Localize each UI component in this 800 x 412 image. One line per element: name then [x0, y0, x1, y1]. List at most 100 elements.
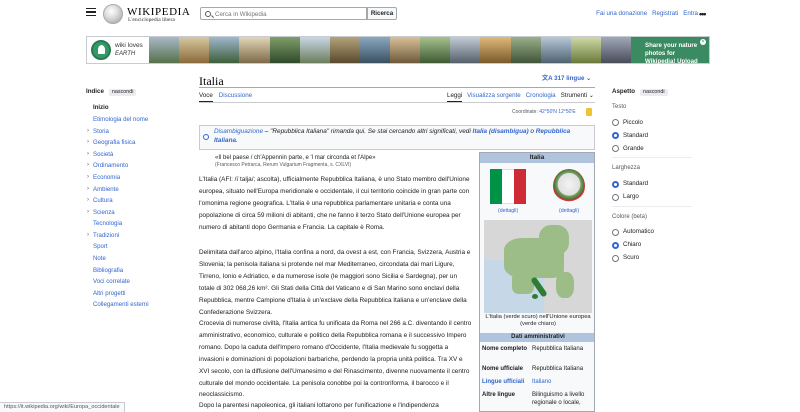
toc-item[interactable]: › Ordinamento	[86, 160, 186, 172]
location-map[interactable]	[484, 220, 592, 313]
radio-button[interactable]	[612, 145, 619, 153]
tab-discussione[interactable]: Discussione	[219, 92, 252, 102]
logo-tagline: L'enciclopedia libera	[128, 17, 175, 23]
wikipedia-globe-icon[interactable]	[103, 4, 123, 24]
width-option[interactable]: Largo	[612, 191, 692, 204]
language-count: 317 lingue	[554, 75, 585, 82]
toc-item[interactable]: Voci correlate	[86, 276, 186, 288]
toc-item[interactable]: › Ambiente	[86, 184, 186, 196]
color-label: Colore (beta)	[612, 213, 648, 220]
toc-item[interactable]: › Società	[86, 149, 186, 161]
toc-item[interactable]: Sport	[86, 241, 186, 253]
appearance-hide-button[interactable]: nascondi	[640, 88, 668, 96]
view-tabs: Leggi Visualizza sorgente Cronologia Str…	[447, 92, 594, 103]
toc-item[interactable]: Etimologia del nome	[86, 114, 186, 126]
paragraph-intro: L'Italia (AFI: /iˈtalja/; ascolta), uffi…	[199, 176, 470, 231]
radio-button[interactable]	[612, 193, 619, 201]
text-size-option[interactable]: Standard	[612, 129, 692, 142]
toc-item[interactable]: Inizio	[86, 102, 186, 114]
chevron-right-icon[interactable]: ›	[87, 160, 89, 172]
toc-item[interactable]: › Economia	[86, 172, 186, 184]
tab-view-source[interactable]: Visualizza sorgente	[467, 92, 521, 102]
translate-icon: 文A	[542, 75, 555, 82]
disambiguation-hatnote: Disambiguazione – "Repubblica Italiana" …	[199, 125, 595, 150]
quote-source: (Francesco Petrarca, Rerum Vulgarium Fra…	[215, 162, 352, 169]
more-options-icon[interactable]: •••	[699, 8, 707, 20]
search-input[interactable]	[215, 9, 363, 19]
tab-history[interactable]: Cronologia	[526, 92, 556, 102]
emblem-of-italy-icon[interactable]	[553, 169, 585, 203]
chevron-right-icon[interactable]: ›	[87, 184, 89, 196]
infobox-row: Nome ufficiale Repubblica Italiana	[482, 366, 584, 372]
hatnote-link-italia-disambigua[interactable]: Italia (disambigua)	[473, 128, 529, 135]
coordinates-link[interactable]: 42°50′N 12°50′E	[539, 109, 575, 115]
toc-item[interactable]: Collegamenti esterni	[86, 299, 186, 311]
infobox-section-header: Dati amministrativi	[480, 333, 594, 342]
petrarca-quote: «Il bel paese / ch'Appennin parte, e 'l …	[215, 154, 475, 169]
text-size-option[interactable]: Grande	[612, 142, 692, 155]
chevron-right-icon[interactable]: ›	[87, 207, 89, 219]
toc-item[interactable]: Altri progetti	[86, 288, 186, 300]
hatnote-link-disambiguazione[interactable]: Disambiguazione	[214, 128, 263, 135]
width-options: Standard Largo	[612, 178, 692, 204]
toc-list: Inizio Etimologia del nome › Storia › Geograf…	[86, 102, 186, 311]
toc-item[interactable]: › Tradizioni	[86, 230, 186, 242]
chevron-right-icon[interactable]: ›	[87, 195, 89, 207]
toc-item[interactable]: › Cultura	[86, 195, 186, 207]
toc-item[interactable]: › Storia	[86, 126, 186, 138]
toc-item[interactable]: Bibliografia	[86, 265, 186, 277]
banner-logo-line2: EARTH	[115, 51, 136, 57]
wiki-loves-earth-icon	[91, 40, 111, 60]
appearance-title: Aspetto	[612, 88, 636, 95]
toc-item[interactable]: Tecnologia	[86, 218, 186, 230]
create-account-link[interactable]: Registrati	[652, 10, 678, 18]
chevron-right-icon[interactable]: ›	[87, 126, 89, 138]
toc-item[interactable]: Note	[86, 253, 186, 265]
banner-logo: wiki loves EARTH	[87, 37, 149, 63]
search-icon	[205, 10, 211, 17]
radio-button[interactable]	[612, 241, 619, 249]
radio-button[interactable]	[612, 180, 619, 188]
disambiguation-icon	[203, 134, 209, 140]
tab-voce[interactable]: Voce	[199, 92, 213, 103]
infobox: Italia (dettagli) (dettagli) L'Italia (v…	[479, 152, 595, 412]
tab-leggi[interactable]: Leggi	[447, 92, 463, 103]
banner-photo-strip	[149, 37, 631, 63]
infobox-row: Lingue ufficiali Italiano	[482, 379, 552, 385]
chevron-right-icon[interactable]: ›	[87, 137, 89, 149]
lock-icon[interactable]	[586, 108, 592, 116]
main-menu-icon[interactable]	[86, 8, 96, 17]
color-options: Automatico Chiaro Scuro	[612, 226, 692, 265]
color-option[interactable]: Scuro	[612, 252, 692, 265]
search-button[interactable]: Ricerca	[367, 7, 397, 20]
chevron-right-icon[interactable]: ›	[87, 230, 89, 242]
login-link[interactable]: Entra	[683, 10, 698, 18]
chevron-right-icon[interactable]: ›	[87, 172, 89, 184]
text-size-option[interactable]: Piccolo	[612, 116, 692, 129]
flag-of-italy[interactable]	[490, 169, 526, 204]
table-of-contents: Indice nascondi Inizio Etimologia del nom…	[86, 88, 186, 311]
radio-button[interactable]	[612, 228, 619, 236]
color-option[interactable]: Automatico	[612, 226, 692, 239]
toc-item[interactable]: › Scienza	[86, 207, 186, 219]
language-button[interactable]: 文A 317 lingue ⌄	[542, 75, 591, 83]
radio-button[interactable]	[612, 132, 619, 140]
width-label: Larghezza	[612, 165, 641, 172]
chevron-right-icon[interactable]: ›	[87, 149, 89, 161]
toc-hide-button[interactable]: nascondi	[108, 88, 137, 96]
wiki-loves-earth-banner[interactable]: wiki loves EARTH Share your nature photo…	[86, 36, 710, 73]
width-option[interactable]: Standard	[612, 178, 692, 191]
close-icon[interactable]: ×	[700, 39, 706, 45]
infobox-row: Nome completo Repubblica Italiana	[482, 346, 584, 352]
tools-menu[interactable]: Strumenti ⌄	[561, 92, 594, 102]
banner-message[interactable]: Share your nature photos for Wikipedia! …	[631, 37, 709, 73]
radio-button[interactable]	[612, 119, 619, 127]
radio-button[interactable]	[612, 254, 619, 262]
color-option[interactable]: Chiaro	[612, 239, 692, 252]
flag-details-link[interactable]: (dettagli)	[498, 208, 518, 215]
emblem-details-link[interactable]: (dettagli)	[559, 208, 579, 215]
search-box	[200, 7, 367, 20]
donate-link[interactable]: Fai una donazione	[596, 10, 647, 18]
appearance-panel: Aspetto nascondi Testo Piccolo Standard Gr…	[612, 88, 692, 265]
toc-item[interactable]: › Geografia fisica	[86, 137, 186, 149]
